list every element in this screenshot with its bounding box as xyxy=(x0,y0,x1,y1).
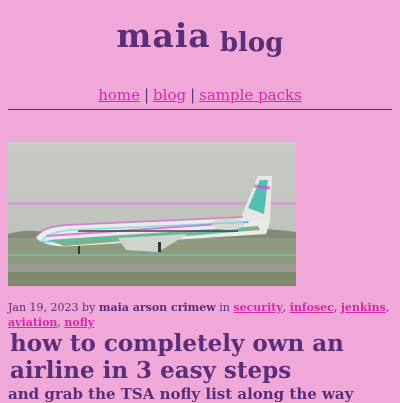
tag-security[interactable]: security xyxy=(233,301,282,314)
post-in: in xyxy=(219,301,230,314)
main-nav: home | blog | sample packs xyxy=(0,86,400,104)
post-meta: Jan 19, 2023 by maia arson crimew in sec… xyxy=(8,300,392,330)
airplane-image xyxy=(8,142,296,286)
post-title[interactable]: how to completely own an airline in 3 ea… xyxy=(10,330,390,384)
tag-separator: , xyxy=(57,316,61,329)
post-by: by xyxy=(82,301,96,314)
tag-separator: , xyxy=(333,301,338,314)
site-title[interactable]: maia xyxy=(117,16,211,55)
nav-link-blog[interactable]: blog xyxy=(153,86,186,104)
post-author: maia arson crimew xyxy=(98,301,216,314)
tag-separator: , xyxy=(385,301,390,314)
post-hero-image xyxy=(8,142,296,286)
site-header: maia blog xyxy=(0,16,400,58)
post-date: Jan 19, 2023 xyxy=(8,301,79,314)
tag-nofly[interactable]: nofly xyxy=(64,316,94,329)
nav-link-home[interactable]: home xyxy=(98,86,140,104)
header-divider xyxy=(8,109,392,110)
nav-separator: | xyxy=(143,86,150,104)
nav-separator: | xyxy=(190,86,196,104)
tag-jenkins[interactable]: jenkins xyxy=(341,301,386,314)
tag-separator: , xyxy=(282,301,287,314)
post-subtitle: and grab the TSA nofly list along the wa… xyxy=(8,385,354,403)
tag-infosec[interactable]: infosec xyxy=(290,301,334,314)
nav-link-sample-packs[interactable]: sample packs xyxy=(199,86,302,104)
site-subtitle[interactable]: blog xyxy=(220,28,284,58)
tag-aviation[interactable]: aviation xyxy=(8,316,57,329)
